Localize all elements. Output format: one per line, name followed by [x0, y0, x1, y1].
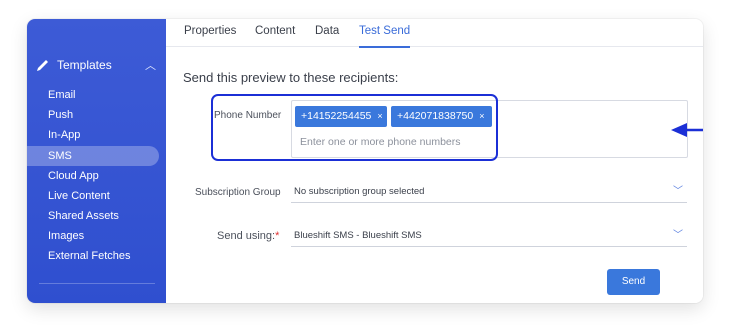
- sidebar-item-live-content[interactable]: Live Content: [27, 186, 159, 206]
- annotation-arrow-icon: [671, 123, 703, 137]
- sidebar-item-cloud-app[interactable]: Cloud App: [27, 166, 159, 186]
- sidebar-item-label: In-App: [48, 129, 81, 141]
- subscription-group-select[interactable]: No subscription group selected ﹀: [291, 181, 687, 203]
- tab-properties[interactable]: Properties: [184, 24, 236, 46]
- subscription-group-value: No subscription group selected: [294, 186, 425, 197]
- annotation-highlight-box: [211, 94, 498, 161]
- sidebar-item-label: Push: [48, 109, 74, 121]
- chevron-down-icon: ﹀: [673, 186, 683, 197]
- tab-content[interactable]: Content: [255, 24, 295, 46]
- sidebar-divider: [39, 283, 155, 284]
- sidebar-item-label: SMS: [48, 150, 72, 162]
- tab-data[interactable]: Data: [315, 24, 339, 46]
- send-using-label: Send using:*: [217, 230, 279, 242]
- required-mark: *: [275, 230, 280, 242]
- sidebar-section-templates[interactable]: Templates ︿: [35, 56, 160, 74]
- sidebar-item-images[interactable]: Images: [27, 226, 159, 246]
- sidebar-item-label: Shared Assets: [48, 210, 119, 222]
- sidebar-item-sms[interactable]: SMS: [27, 146, 159, 166]
- sidebar-item-shared-assets[interactable]: Shared Assets: [27, 206, 159, 226]
- sidebar-item-label: Email: [48, 89, 76, 101]
- sidebar-item-push[interactable]: Push: [27, 105, 159, 125]
- chevron-up-icon[interactable]: ︿: [145, 57, 156, 73]
- sidebar: Templates ︿ Email Push In-App SMS Cloud …: [27, 19, 166, 303]
- send-button[interactable]: Send: [607, 269, 660, 295]
- page-title: Send this preview to these recipients:: [183, 70, 399, 85]
- tab-test-send[interactable]: Test Send: [359, 24, 411, 48]
- sidebar-item-label: Cloud App: [48, 170, 99, 182]
- main-panel: Properties Content Data Test Send Send t…: [166, 19, 703, 303]
- subscription-group-label: Subscription Group: [195, 187, 281, 198]
- pen-icon: [37, 60, 48, 71]
- send-using-label-text: Send using:: [217, 230, 276, 242]
- send-using-value: Blueshift SMS - Blueshift SMS: [294, 230, 422, 241]
- sidebar-item-in-app[interactable]: In-App: [27, 125, 159, 145]
- tab-bar: Properties Content Data Test Send: [166, 19, 703, 48]
- send-using-select[interactable]: Blueshift SMS - Blueshift SMS ﹀: [291, 225, 687, 247]
- sidebar-item-label: Live Content: [48, 190, 110, 202]
- sidebar-item-label: External Fetches: [48, 250, 131, 262]
- app-window: Templates ︿ Email Push In-App SMS Cloud …: [27, 19, 703, 303]
- sidebar-item-email[interactable]: Email: [27, 85, 159, 105]
- chevron-down-icon: ﹀: [673, 230, 683, 241]
- sidebar-item-external-fetches[interactable]: External Fetches: [27, 246, 159, 266]
- sidebar-item-label: Images: [48, 230, 85, 242]
- sidebar-section-label: Templates: [57, 58, 112, 72]
